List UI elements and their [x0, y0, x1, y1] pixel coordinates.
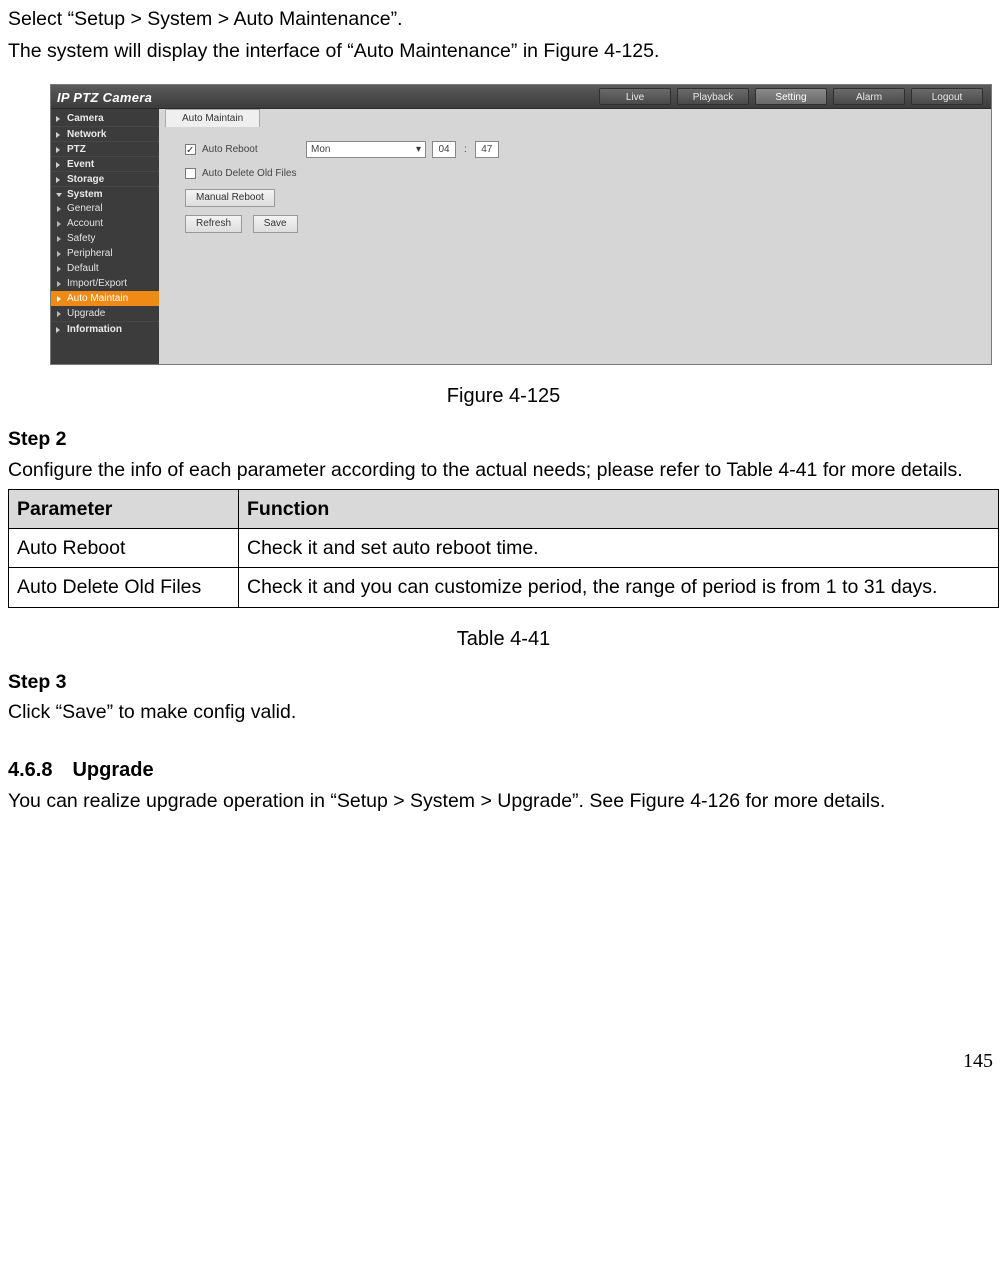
tab-playback[interactable]: Playback [677, 88, 749, 105]
sidebar-sub-upgrade[interactable]: Upgrade [51, 306, 159, 321]
sidebar-item-information[interactable]: Information [51, 321, 159, 336]
step3-heading: Step 3 [8, 667, 999, 697]
checkbox-auto-delete[interactable] [185, 168, 196, 179]
checkbox-auto-reboot[interactable] [185, 144, 196, 155]
sidebar-sub-safety[interactable]: Safety [51, 231, 159, 246]
step2-body: Configure the info of each parameter acc… [8, 455, 999, 485]
sidebar-item-event[interactable]: Event [51, 156, 159, 171]
sidebar-item-network[interactable]: Network [51, 126, 159, 141]
table-header-parameter: Parameter [9, 489, 239, 528]
page-number: 145 [8, 1046, 999, 1077]
figure-caption: Figure 4-125 [8, 381, 999, 412]
sidebar-item-storage[interactable]: Storage [51, 171, 159, 186]
content-tab-auto-maintain[interactable]: Auto Maintain [165, 109, 260, 127]
input-reboot-minute[interactable]: 47 [475, 141, 499, 158]
cell-param: Auto Reboot [9, 529, 239, 568]
refresh-button[interactable]: Refresh [185, 215, 242, 233]
input-reboot-hour[interactable]: 04 [432, 141, 456, 158]
sidebar-sub-auto-maintain[interactable]: Auto Maintain [51, 291, 159, 306]
step2-heading: Step 2 [8, 424, 999, 454]
sidebar-sub-import-export[interactable]: Import/Export [51, 276, 159, 291]
intro-line-2: The system will display the interface of… [8, 36, 999, 66]
table-row: Auto Delete Old Files Check it and you c… [9, 568, 999, 607]
label-auto-delete: Auto Delete Old Files [202, 166, 300, 182]
sidebar-sub-peripheral[interactable]: Peripheral [51, 246, 159, 261]
time-separator: : [462, 142, 469, 158]
label-auto-reboot: Auto Reboot [202, 142, 300, 158]
intro-line-1: Select “Setup > System > Auto Maintenanc… [8, 4, 999, 34]
sidebar-item-system[interactable]: System [51, 186, 159, 201]
cell-func: Check it and set auto reboot time. [239, 529, 999, 568]
sidebar-sub-general[interactable]: General [51, 201, 159, 216]
sidebar-sub-default[interactable]: Default [51, 261, 159, 276]
table-header-function: Function [239, 489, 999, 528]
sidebar: Camera Network PTZ Event Storage System … [51, 109, 159, 364]
step3-body: Click “Save” to make config valid. [8, 697, 999, 727]
parameter-table: Parameter Function Auto Reboot Check it … [8, 489, 999, 608]
tab-setting[interactable]: Setting [755, 88, 827, 105]
cell-func: Check it and you can customize period, t… [239, 568, 999, 607]
content-panel: Auto Maintain Auto Reboot Mon 04 : 47 [159, 109, 991, 364]
shot-titlebar: IP PTZ Camera Live Playback Setting Alar… [51, 85, 991, 109]
cell-param: Auto Delete Old Files [9, 568, 239, 607]
manual-reboot-button[interactable]: Manual Reboot [185, 189, 275, 207]
table-caption: Table 4-41 [8, 624, 999, 655]
select-reboot-day[interactable]: Mon [306, 141, 426, 158]
sidebar-item-ptz[interactable]: PTZ [51, 141, 159, 156]
section-heading-upgrade: 4.6.8 Upgrade [8, 755, 999, 786]
tab-alarm[interactable]: Alarm [833, 88, 905, 105]
save-button[interactable]: Save [253, 215, 298, 233]
table-row: Auto Reboot Check it and set auto reboot… [9, 529, 999, 568]
tab-logout[interactable]: Logout [911, 88, 983, 105]
tab-live[interactable]: Live [599, 88, 671, 105]
sidebar-item-camera[interactable]: Camera [51, 111, 159, 126]
sidebar-sub-account[interactable]: Account [51, 216, 159, 231]
product-logo: IP PTZ Camera [57, 88, 152, 108]
section-body-upgrade: You can realize upgrade operation in “Se… [8, 786, 999, 816]
screenshot-figure: IP PTZ Camera Live Playback Setting Alar… [50, 84, 999, 365]
